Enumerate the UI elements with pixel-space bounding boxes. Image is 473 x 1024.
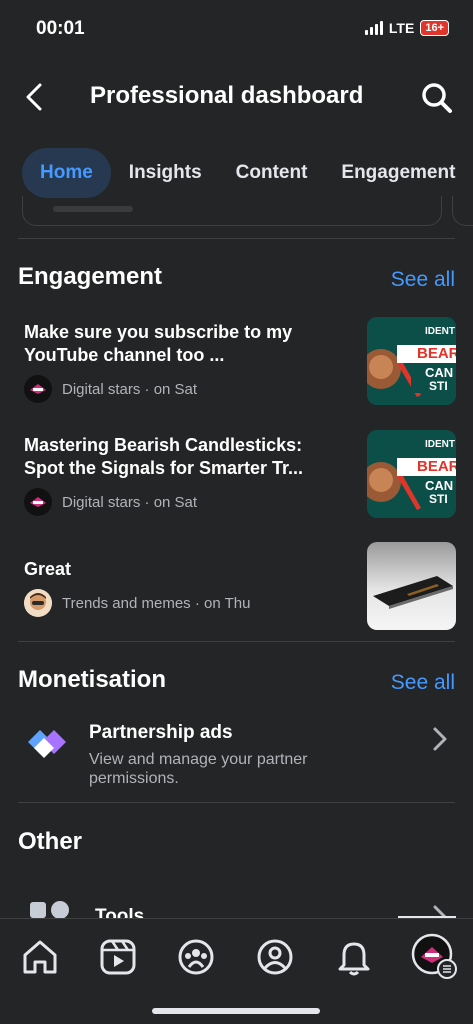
groups-icon <box>178 939 214 975</box>
nav-profile[interactable] <box>255 937 295 977</box>
profile-icon <box>257 939 293 975</box>
bottom-nav <box>0 918 473 1024</box>
page-title: Professional dashboard <box>90 82 364 109</box>
tools-title: Tools <box>95 906 145 918</box>
divider <box>18 238 455 239</box>
nav-groups[interactable] <box>176 937 216 977</box>
monetisation-see-all[interactable]: See all <box>391 671 455 695</box>
bell-icon <box>338 942 370 976</box>
tab-home[interactable]: Home <box>22 148 111 198</box>
engagement-post[interactable]: Great Trends and memes · on Thu <box>24 542 456 638</box>
menu-avatar <box>411 933 457 979</box>
tab-insights[interactable]: Insights <box>113 148 218 198</box>
nav-home[interactable] <box>20 937 60 977</box>
post-author: Trends and memes <box>62 594 191 612</box>
divider <box>18 641 455 642</box>
engagement-post[interactable]: Mastering Bearish Candlesticks: Spot the… <box>24 430 456 524</box>
nav-notifications[interactable] <box>334 937 374 977</box>
chevron-left-icon <box>26 83 42 111</box>
tab-engagement[interactable]: Engagement <box>325 148 471 198</box>
search-icon <box>422 83 452 113</box>
post-text-line1: Make sure you subscribe to my <box>24 322 293 342</box>
engagement-title: Engagement <box>18 263 163 290</box>
back-button[interactable] <box>22 82 50 112</box>
partnership-ads-title: Partnership ads <box>89 722 233 743</box>
post-date: · on Sat <box>144 380 198 398</box>
post-text-line2: Spot the Signals for Smarter Tr... <box>24 458 304 478</box>
partnership-ads-icon <box>24 724 70 764</box>
post-author: Digital stars <box>62 380 141 398</box>
search-button[interactable] <box>419 80 455 116</box>
tools-row[interactable]: Tools <box>24 896 456 918</box>
previous-card-2[interactable] <box>452 196 473 226</box>
divider <box>18 802 455 803</box>
status-indicators: LTE 16+ <box>364 20 449 36</box>
status-bar: 00:01 LTE 16+ <box>0 0 473 60</box>
previous-card[interactable] <box>22 196 442 226</box>
status-time: 00:01 <box>36 18 85 39</box>
post-text-line1: Mastering Bearish Candlesticks: <box>24 435 303 455</box>
network-type: LTE <box>388 20 415 36</box>
engagement-post[interactable]: Make sure you subscribe to my YouTube ch… <box>24 317 456 411</box>
avatar <box>24 375 52 403</box>
avatar <box>24 488 52 516</box>
post-date: · on Thu <box>194 594 251 612</box>
post-text: Great <box>24 559 72 579</box>
tab-content[interactable]: Content <box>220 148 324 198</box>
chevron-right-icon <box>433 727 447 751</box>
tools-icon <box>30 900 70 918</box>
partnership-ads-subtitle: View and manage your partner permissions… <box>89 751 308 787</box>
nav-menu[interactable] <box>411 933 457 979</box>
reels-icon <box>100 939 136 975</box>
avatar <box>24 589 52 617</box>
post-thumbnail <box>367 542 456 630</box>
header: Professional dashboard <box>0 70 473 124</box>
nav-reels[interactable] <box>98 937 138 977</box>
signal-icon <box>364 21 383 35</box>
post-author: Digital stars <box>62 493 141 511</box>
home-indicator <box>152 1008 320 1014</box>
post-text-line2: YouTube channel too ... <box>24 345 225 365</box>
monetisation-title: Monetisation <box>18 666 166 693</box>
post-date: · on Sat <box>144 493 198 511</box>
other-title: Other <box>18 828 83 855</box>
engagement-see-all[interactable]: See all <box>391 268 455 292</box>
home-icon <box>23 940 57 974</box>
post-thumbnail: IDENT BEAR CAN STI <box>367 430 456 518</box>
post-thumbnail: IDENT BEAR CAN STI <box>367 317 456 405</box>
battery-indicator: 16+ <box>420 20 449 36</box>
partnership-ads-row[interactable]: Partnership ads View and manage your par… <box>24 722 456 792</box>
